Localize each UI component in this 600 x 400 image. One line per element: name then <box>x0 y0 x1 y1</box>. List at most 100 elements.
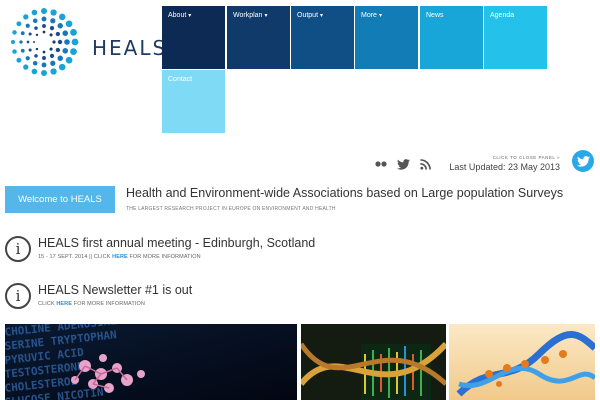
news-item: i HEALS first annual meeting - Edinburgh… <box>5 236 595 276</box>
logo-dot <box>16 21 22 27</box>
dna-helix-dark-image <box>301 324 446 400</box>
twitter-button[interactable] <box>572 150 594 172</box>
logo-dot <box>16 57 22 63</box>
logo-dot <box>35 33 39 37</box>
nav-item-label: Output <box>297 12 319 19</box>
logo-text: HEALS <box>92 36 168 60</box>
last-updated-text: Last Updated: 23 May 2013 <box>449 162 560 172</box>
info-icon: i <box>5 283 31 309</box>
logo-dot <box>19 40 23 44</box>
logo-dot <box>12 49 17 54</box>
logo-dot <box>23 14 29 20</box>
chevron-down-icon: ▾ <box>264 13 268 19</box>
nav-item-more[interactable]: More ▾ <box>355 6 418 69</box>
logo-dot <box>42 50 46 54</box>
logo-dot <box>64 39 70 45</box>
logo-dot <box>12 30 17 35</box>
news-meta-prefix: 15 - 17 SEPT. 2014 || CLICK <box>38 254 113 260</box>
nav-item-contact[interactable]: Contact <box>162 70 225 133</box>
logo-dot <box>57 23 63 29</box>
chevron-down-icon: ▾ <box>378 13 382 19</box>
logo-dot <box>50 68 57 75</box>
nav-item-about[interactable]: About ▾ <box>162 6 225 69</box>
logo-dot <box>42 30 46 34</box>
rss-icon[interactable] <box>418 157 432 171</box>
logo-dot <box>32 18 38 24</box>
nav-item-label: About <box>168 12 187 19</box>
logo-dot <box>55 47 61 53</box>
logo-dot <box>50 60 56 66</box>
logo-dot <box>65 20 73 28</box>
welcome-button[interactable]: Welcome to HEALS <box>5 186 115 213</box>
chevron-down-icon: ▾ <box>188 13 192 19</box>
dna-helix-light-image <box>449 324 595 400</box>
logo-dot <box>57 55 63 61</box>
logo-dot <box>20 31 25 36</box>
nav-item-news[interactable]: News <box>420 6 483 69</box>
nav-item-label: Agenda <box>490 12 515 19</box>
logo-dot <box>23 64 29 70</box>
logo-dot <box>41 16 47 22</box>
logo-dot <box>52 40 56 44</box>
logo-dot <box>41 70 47 76</box>
logo-dot <box>28 32 32 36</box>
logo-dot <box>31 68 38 75</box>
news-item: i HEALS Newsletter #1 is out CLICK HERE … <box>5 283 595 323</box>
logo-dot <box>55 31 61 37</box>
logo-dot <box>49 47 53 51</box>
heals-logo[interactable]: HEALS <box>6 6 165 78</box>
news-meta-suffix: FOR MORE INFORMATION <box>72 301 145 307</box>
flickr-icon[interactable] <box>374 157 388 171</box>
molecule-text-image: CHOLINE ADENOSINE SERINE TRYPTOPHAN PYRU… <box>5 324 297 400</box>
logo-dot <box>34 54 38 58</box>
logo-dot <box>20 48 25 53</box>
twitter-bird-icon[interactable] <box>396 157 410 171</box>
logo-dot <box>49 33 53 37</box>
twitter-icon <box>576 155 590 167</box>
logo-dot <box>31 9 38 16</box>
logo-dot <box>33 41 35 43</box>
logo-dot <box>71 38 79 46</box>
logo-dot <box>49 26 55 31</box>
logo-dot <box>28 48 32 52</box>
logo-dot <box>49 53 55 58</box>
news-title[interactable]: HEALS Newsletter #1 is out <box>38 283 192 297</box>
social-icons <box>374 157 444 171</box>
nav-item-label: Workplan <box>233 12 263 19</box>
logo-dot <box>25 23 30 28</box>
news-more-link[interactable]: HERE <box>112 254 128 260</box>
logo-dot <box>32 60 38 66</box>
nav-item-label: Contact <box>168 76 193 83</box>
logo-dot <box>35 47 39 51</box>
project-subheadline: THE LARGEST RESEARCH PROJECT IN EUROPE O… <box>126 206 336 212</box>
nav-item-agenda[interactable]: Agenda <box>484 6 547 69</box>
info-icon: i <box>5 236 31 262</box>
news-meta-suffix: FOR MORE INFORMATION <box>127 254 201 260</box>
logo-dot <box>10 39 16 45</box>
logo-dot <box>70 48 77 55</box>
logo-dot <box>70 29 77 36</box>
news-meta: 15 - 17 SEPT. 2014 || CLICK HERE FOR MOR… <box>38 254 201 260</box>
news-meta-prefix: CLICK <box>38 301 57 307</box>
main-navigation: About ▾ Workplan ▾ Output ▾ More ▾ News Agen… <box>162 6 550 133</box>
logo-dot <box>58 63 66 71</box>
logo-dot <box>50 18 56 24</box>
project-headline: Health and Environment-wide Associations… <box>126 186 564 200</box>
nav-item-workplan[interactable]: Workplan ▾ <box>227 6 290 69</box>
logo-dot <box>42 24 46 28</box>
logo-dot <box>58 13 66 21</box>
nav-item-label: News <box>426 12 444 19</box>
logo-dot <box>57 39 63 45</box>
logo-dot <box>26 40 30 44</box>
nav-item-label: More <box>361 12 377 19</box>
logo-dot <box>50 9 57 16</box>
utility-bar: CLICK TO CLOSE PANEL » Last Updated: 23 … <box>374 150 594 176</box>
logo-dot <box>42 56 46 60</box>
logo-dot <box>25 56 30 61</box>
dot-circle-logo-icon <box>10 8 79 76</box>
close-panel-link[interactable]: CLICK TO CLOSE PANEL » <box>493 155 560 160</box>
news-more-link[interactable]: HERE <box>56 301 72 307</box>
nav-item-output[interactable]: Output ▾ <box>291 6 354 69</box>
news-title[interactable]: HEALS first annual meeting - Edinburgh, … <box>38 236 315 250</box>
logo-dot <box>62 48 69 54</box>
